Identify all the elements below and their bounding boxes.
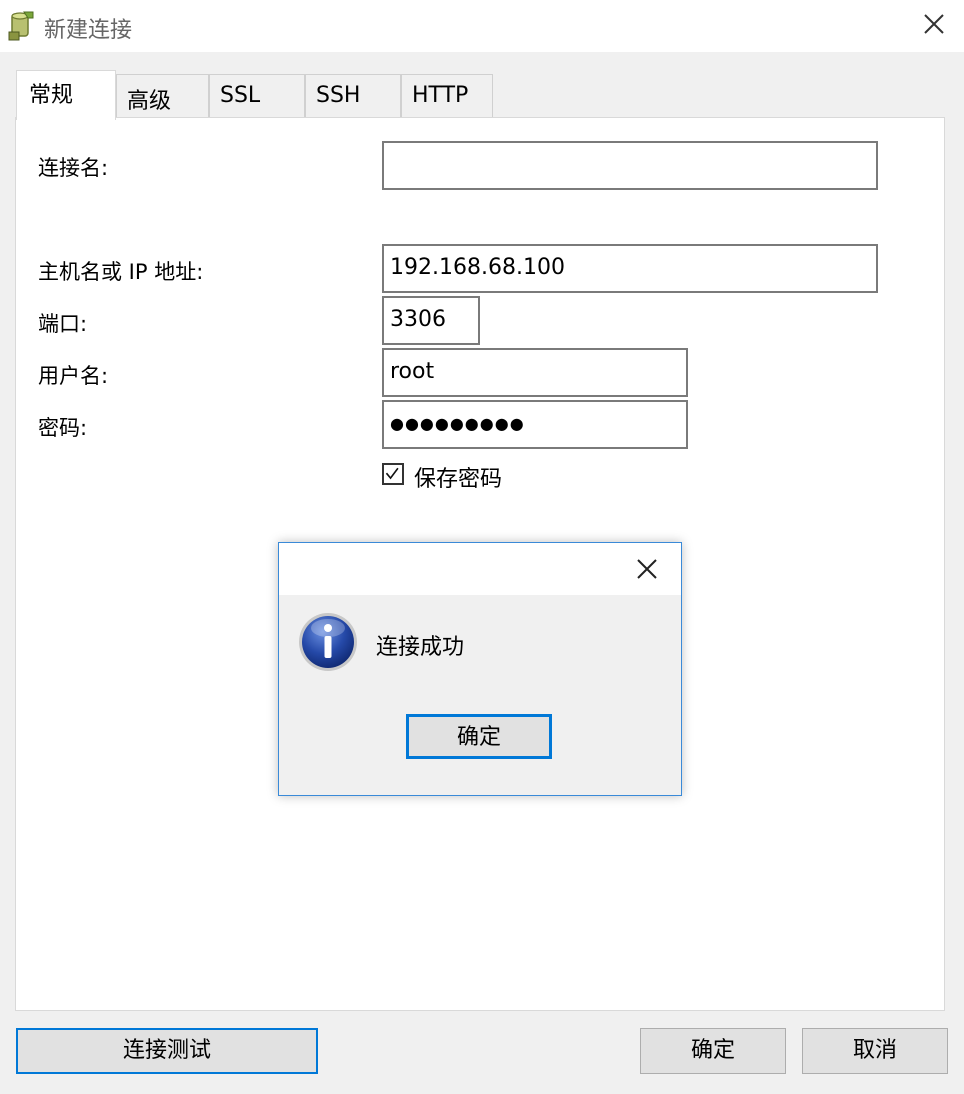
test-connection-button[interactable]: 连接测试 bbox=[16, 1028, 318, 1074]
close-icon[interactable] bbox=[633, 555, 661, 583]
password-input[interactable]: ●●●●●●●●● bbox=[382, 400, 688, 449]
window-title: 新建连接 bbox=[44, 18, 133, 43]
tab-label: SSL bbox=[220, 83, 261, 108]
tab-advanced[interactable]: 高级 bbox=[116, 74, 209, 118]
ok-button[interactable]: 确定 bbox=[640, 1028, 786, 1074]
save-password-checkbox[interactable] bbox=[382, 463, 404, 485]
tab-label: HTTP bbox=[412, 83, 469, 108]
host-input[interactable]: 192.168.68.100 bbox=[382, 244, 878, 293]
tab-ssh[interactable]: SSH bbox=[305, 74, 401, 118]
info-icon bbox=[299, 613, 357, 671]
tab-general[interactable]: 常规 bbox=[16, 70, 116, 120]
tab-label: SSH bbox=[316, 83, 361, 108]
connection-name-label: 连接名: bbox=[38, 156, 109, 180]
port-label: 端口: bbox=[38, 312, 88, 336]
port-input[interactable]: 3306 bbox=[382, 296, 480, 345]
title-bar: 新建连接 bbox=[0, 0, 964, 52]
tab-http[interactable]: HTTP bbox=[401, 74, 493, 118]
password-label: 密码: bbox=[38, 416, 88, 440]
dialog-message: 连接成功 bbox=[376, 635, 465, 660]
tab-label: 常规 bbox=[29, 83, 74, 108]
cancel-button[interactable]: 取消 bbox=[802, 1028, 948, 1074]
dialog-title-bar bbox=[279, 543, 681, 595]
tab-ssl[interactable]: SSL bbox=[209, 74, 305, 118]
dialog-ok-button[interactable]: 确定 bbox=[406, 714, 552, 759]
save-password-label: 保存密码 bbox=[414, 467, 503, 492]
host-label: 主机名或 IP 地址: bbox=[38, 260, 204, 284]
username-input[interactable]: root bbox=[382, 348, 688, 397]
database-connection-icon bbox=[8, 11, 34, 41]
connection-name-input[interactable] bbox=[382, 141, 878, 190]
tab-label: 高级 bbox=[127, 89, 172, 114]
close-icon[interactable] bbox=[918, 8, 950, 40]
message-dialog: 连接成功 确定 bbox=[278, 542, 682, 796]
checkmark-icon bbox=[385, 467, 399, 480]
username-label: 用户名: bbox=[38, 364, 109, 388]
